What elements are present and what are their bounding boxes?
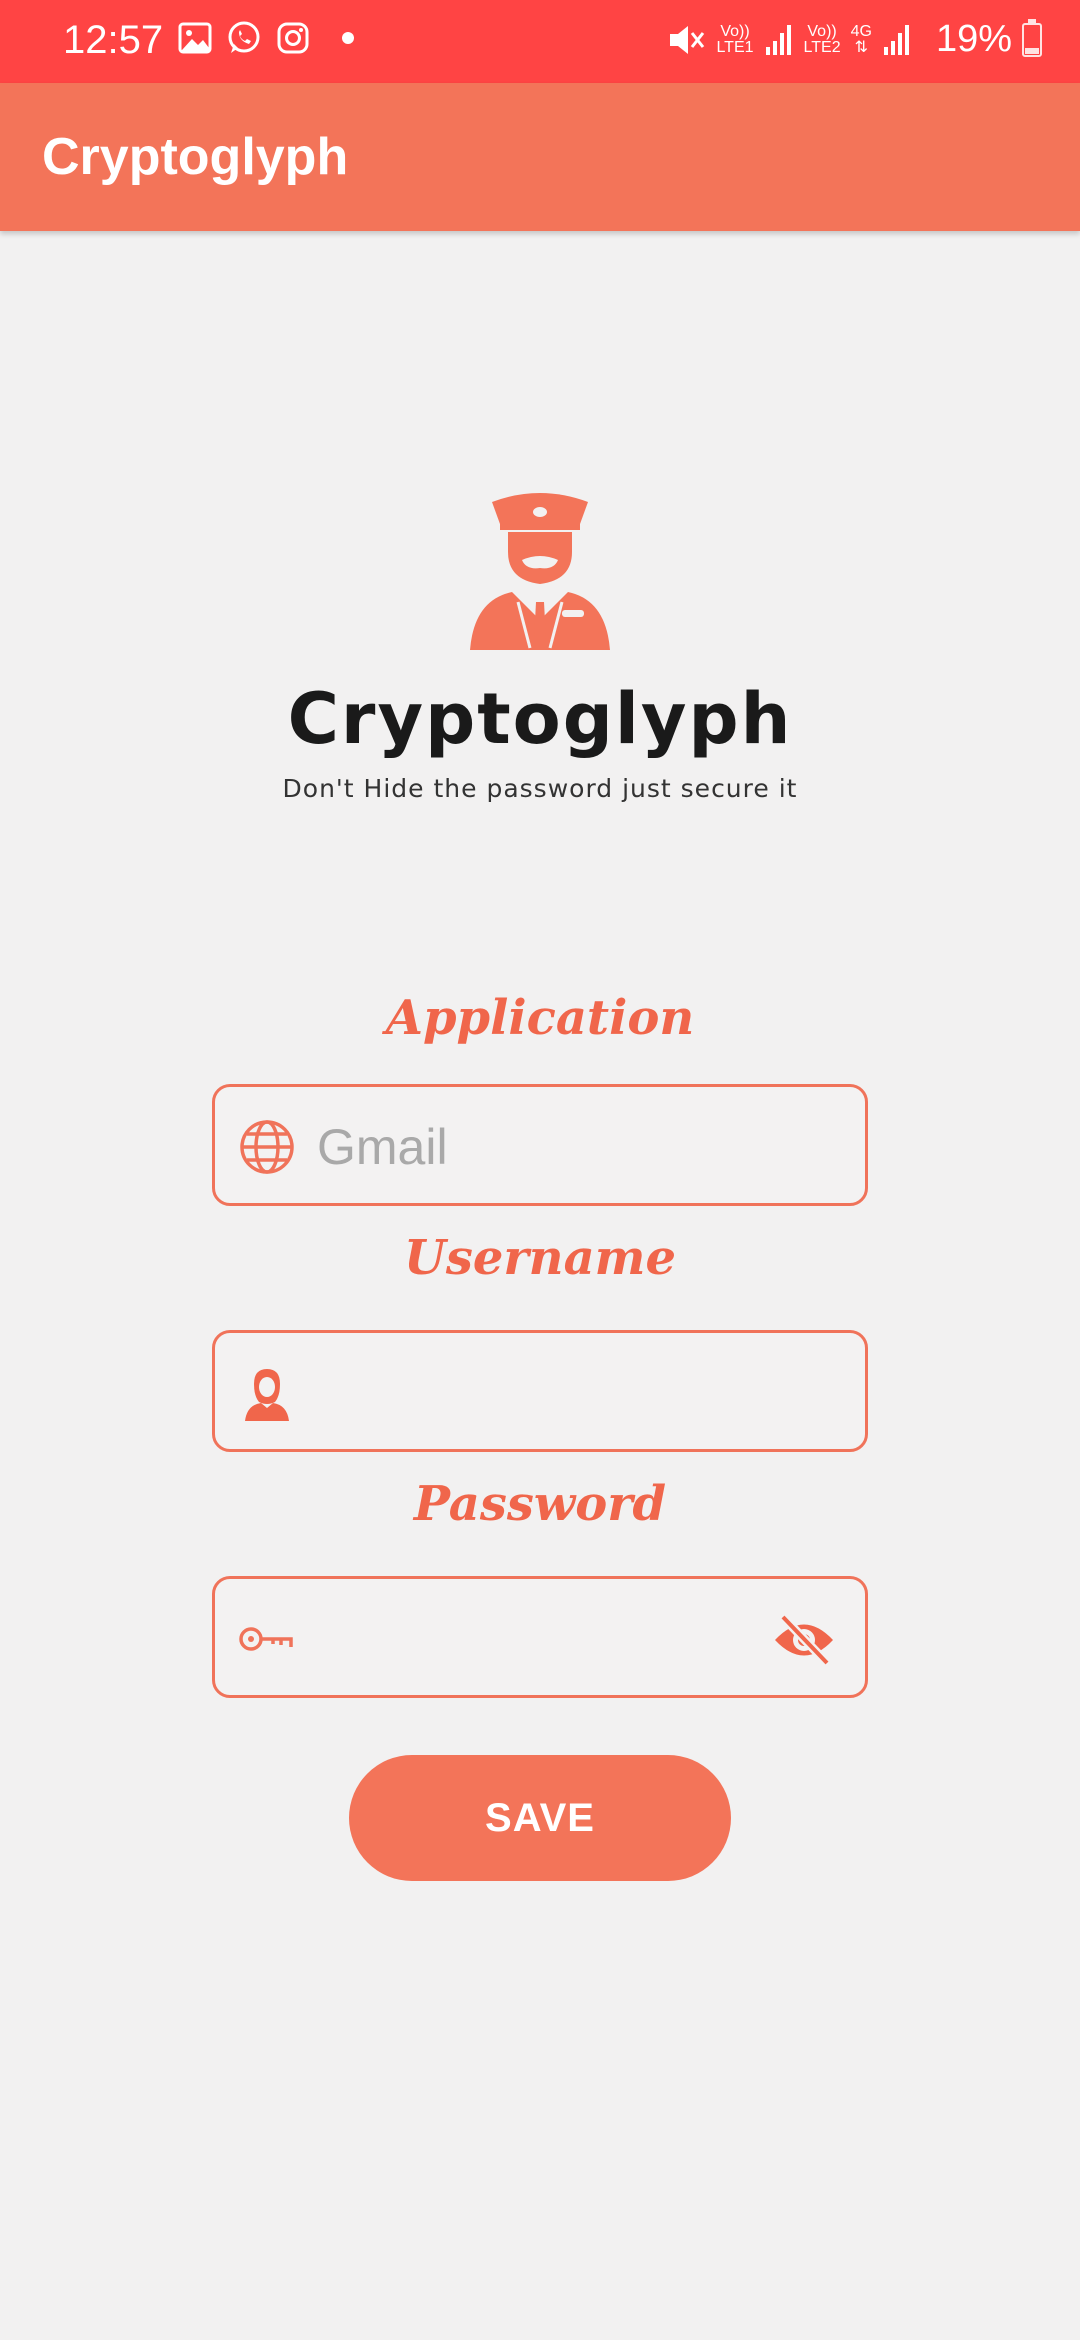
gallery-icon: [178, 22, 212, 54]
app-bar: Cryptoglyph: [0, 83, 1080, 231]
eye-off-icon[interactable]: [773, 1613, 835, 1667]
application-label: Application: [385, 990, 695, 1046]
save-button[interactable]: SAVE: [349, 1755, 731, 1881]
application-input[interactable]: [317, 1107, 837, 1187]
signal-icon-sim2: [883, 24, 909, 55]
battery-percent: 19%: [935, 18, 1012, 60]
password-field[interactable]: [212, 1576, 868, 1698]
more-notifications-dot: [342, 32, 354, 44]
username-field[interactable]: [212, 1330, 868, 1452]
instagram-icon: [277, 22, 309, 54]
status-bar: 12:57 Vo)) LTE1 Vo)) LTE2 4G ⇅ 19%: [0, 0, 1080, 83]
brand-tagline: Don't Hide the password just secure it: [282, 774, 798, 803]
system-status: Vo)) LTE1 Vo)) LTE2 4G ⇅ 19%: [666, 18, 1042, 61]
key-icon: [239, 1627, 293, 1651]
battery-level-fill: [1025, 47, 1039, 54]
network-4g-label: 4G ⇅: [850, 22, 872, 56]
password-input[interactable]: [317, 1599, 737, 1679]
notification-icons: [178, 20, 354, 56]
password-label: Password: [413, 1476, 667, 1532]
status-time: 12:57: [63, 18, 164, 62]
app-title: Cryptoglyph: [42, 128, 349, 186]
signal-icon-sim1: [765, 24, 791, 55]
network-sim2-label: Vo)) LTE2: [803, 22, 841, 56]
brand-name: Cryptoglyph: [287, 678, 793, 760]
data-arrows: ⇅: [854, 38, 868, 56]
application-field[interactable]: [212, 1084, 868, 1206]
network-sim1-label: Vo)) LTE1: [716, 22, 754, 56]
globe-icon: [240, 1120, 294, 1174]
security-guard-logo-icon: [470, 493, 610, 650]
mute-icon: [670, 25, 705, 54]
user-icon: [245, 1369, 289, 1421]
whatsapp-icon: [228, 21, 260, 53]
username-label: Username: [403, 1230, 677, 1286]
username-input[interactable]: [317, 1353, 837, 1433]
battery-icon: [1022, 18, 1042, 57]
